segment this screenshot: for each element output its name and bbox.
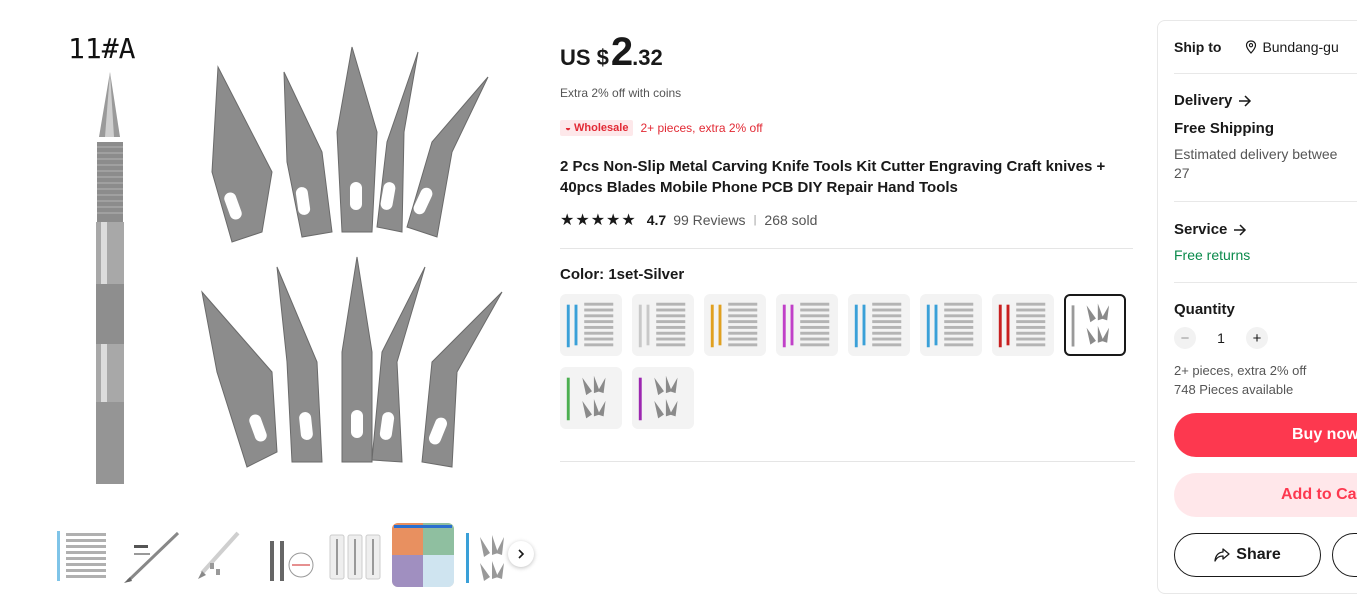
color-swatch-3[interactable] <box>704 294 766 356</box>
buy-now-button[interactable]: Buy now <box>1174 413 1357 457</box>
thumbnail-5[interactable] <box>324 523 386 587</box>
estimated-delivery-line2: 27 <box>1174 165 1190 181</box>
qty-offer-text: 2+ pieces, extra 2% off <box>1174 363 1307 378</box>
add-to-cart-button[interactable]: Add to Ca <box>1174 473 1357 517</box>
price-integer: 2 <box>610 30 633 74</box>
color-swatch-8[interactable] <box>1064 294 1126 356</box>
rating-score: 4.7 <box>646 212 667 228</box>
separator: | <box>753 214 757 226</box>
tag-icon: ◒ <box>565 122 572 134</box>
wholesale-badge-label: Wholesale <box>574 122 629 134</box>
coins-text: Extra 2% off with coins <box>560 86 682 100</box>
product-info: US $ 2 .32 Extra 2% off with coins ◒ Who… <box>560 30 1135 230</box>
image-label: 11#A <box>68 32 136 65</box>
thumbnail-3[interactable] <box>188 523 250 587</box>
main-product-image[interactable]: 11#A <box>52 22 534 500</box>
price-decimal: .32 <box>632 45 663 70</box>
quantity-stepper: − 1 + <box>1174 327 1268 349</box>
rating-row: ★★★★★ 4.7 99 Reviews | 268 sold <box>560 210 1135 230</box>
color-swatch-6[interactable] <box>920 294 982 356</box>
divider <box>1174 73 1357 74</box>
color-swatch-5[interactable] <box>848 294 910 356</box>
arrow-right-icon <box>1234 223 1247 236</box>
product-title: 2 Pcs Non-Slip Metal Carving Knife Tools… <box>560 158 1106 196</box>
chevron-right-icon[interactable] <box>508 541 534 567</box>
price-currency: US $ <box>560 45 609 70</box>
increase-quantity-button[interactable]: + <box>1246 327 1268 349</box>
thumbnail-6[interactable] <box>392 523 454 587</box>
location-pin-icon <box>1246 40 1257 54</box>
divider <box>560 248 1133 249</box>
color-swatches <box>560 294 1135 429</box>
share-icon <box>1214 548 1230 562</box>
thumbnail-4[interactable] <box>256 523 318 587</box>
color-swatch-10[interactable] <box>632 367 694 429</box>
ship-to-location-text: Bundang-gu <box>1262 39 1339 55</box>
color-swatch-9[interactable] <box>560 367 622 429</box>
color-swatch-1[interactable] <box>560 294 622 356</box>
color-swatch-4[interactable] <box>776 294 838 356</box>
service-header[interactable]: Service <box>1174 221 1247 238</box>
color-swatch-2[interactable] <box>632 294 694 356</box>
delivery-label: Delivery <box>1174 92 1233 109</box>
purchase-panel: Ship to Bundang-gu Delivery Free Shippin… <box>1157 20 1357 594</box>
service-label: Service <box>1174 221 1228 238</box>
reviews-link[interactable]: 99 Reviews <box>673 212 745 228</box>
estimated-delivery-line1: Estimated delivery betwee <box>1174 146 1338 162</box>
wholesale-badge: ◒ Wholesale <box>560 120 634 136</box>
divider <box>1174 282 1357 283</box>
ship-to-label: Ship to <box>1174 39 1222 55</box>
free-returns: Free returns <box>1174 247 1251 263</box>
delivery-header[interactable]: Delivery <box>1174 92 1252 109</box>
thumbnail-2[interactable] <box>120 523 182 587</box>
quantity-offer: 2+ pieces, extra 2% off 748 Pieces avail… <box>1174 361 1306 399</box>
wholesale-promo: ◒ Wholesale 2+ pieces, extra 2% off <box>560 120 1135 136</box>
pieces-available: 748 Pieces available <box>1174 382 1294 397</box>
quantity-value[interactable]: 1 <box>1206 330 1236 346</box>
ship-to-row[interactable]: Ship to Bundang-gu <box>1174 39 1339 55</box>
color-label: Color: 1set-Silver <box>560 266 685 283</box>
thumbnail-strip <box>52 520 534 590</box>
thumbnail-1[interactable] <box>52 523 114 587</box>
ship-to-location[interactable]: Bundang-gu <box>1245 39 1339 55</box>
decrease-quantity-button[interactable]: − <box>1174 327 1196 349</box>
divider <box>560 461 1135 462</box>
free-shipping: Free Shipping <box>1174 120 1275 137</box>
arrow-right-icon <box>1239 94 1252 107</box>
estimated-delivery: Estimated delivery betwee 27 <box>1174 145 1337 183</box>
divider <box>1174 201 1357 202</box>
share-label: Share <box>1236 546 1281 563</box>
wishlist-button[interactable] <box>1332 533 1357 577</box>
star-rating-icon: ★★★★★ <box>560 212 637 229</box>
price: US $ 2 .32 <box>560 30 1135 80</box>
share-button[interactable]: Share <box>1174 533 1321 577</box>
sold-count: 268 sold <box>764 212 818 228</box>
quantity-label: Quantity <box>1174 301 1235 318</box>
wholesale-offer: 2+ pieces, extra 2% off <box>640 121 763 135</box>
color-swatch-7[interactable] <box>992 294 1054 356</box>
